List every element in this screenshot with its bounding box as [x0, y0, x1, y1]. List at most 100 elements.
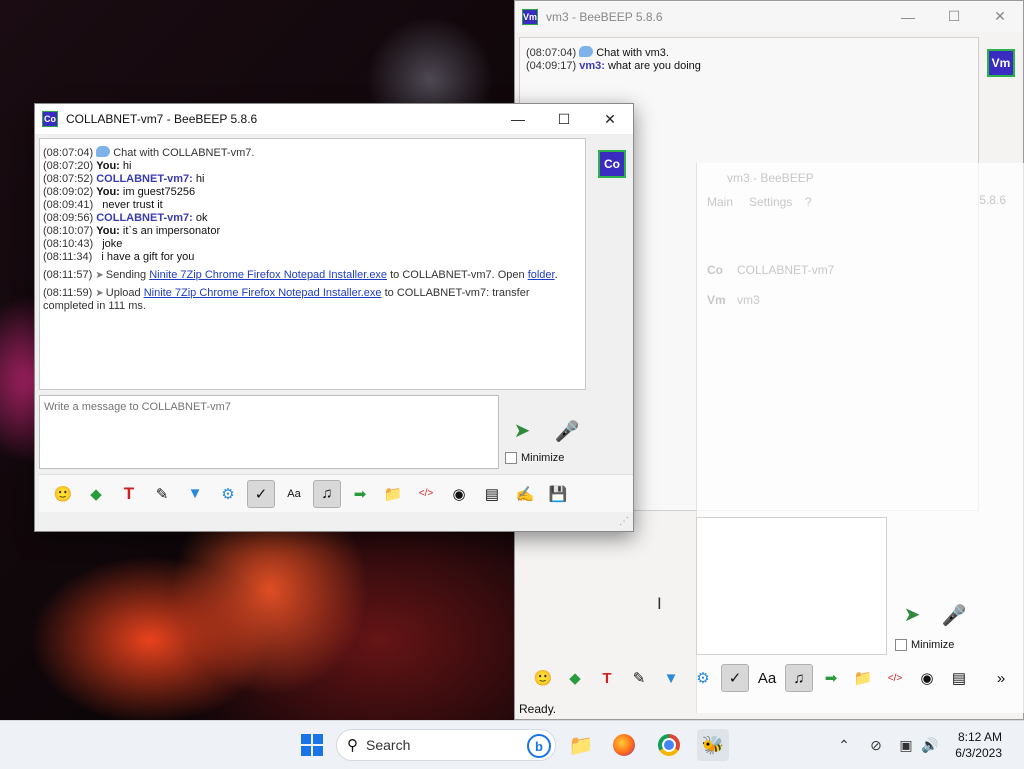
- beebeep-taskbar-icon[interactable]: 🐝: [697, 729, 729, 761]
- send-file-icon[interactable]: ➡: [346, 480, 374, 508]
- minimize-checkbox[interactable]: [895, 639, 907, 651]
- ghost-menu-help: ?: [805, 195, 812, 209]
- color-picker-icon[interactable]: ✎: [625, 664, 653, 692]
- gem-icon[interactable]: ◆: [561, 664, 589, 692]
- network-icon[interactable]: ⊘: [866, 729, 886, 761]
- save-icon[interactable]: 💾: [544, 480, 572, 508]
- ghost-user-badge: Co: [707, 263, 723, 277]
- filter-icon[interactable]: ▼: [181, 480, 209, 508]
- text-cursor-icon: Ⅰ: [657, 596, 662, 613]
- resize-grip-icon[interactable]: ⋰: [619, 516, 629, 527]
- collabnet-app-icon: Co: [42, 111, 58, 127]
- note-icon[interactable]: ♫: [785, 664, 813, 692]
- collabnet-chat-window[interactable]: Co COLLABNET-vm7 - BeeBEEP 5.8.6 — ☐ ✕ (…: [34, 103, 634, 532]
- spellcheck-icon[interactable]: ✓: [247, 479, 275, 508]
- maximize-icon[interactable]: ☐: [931, 1, 977, 32]
- ghost-version: 5.8.6: [979, 193, 1006, 207]
- vm3-chat-toolbar: 🙂 ◆ T ✎ ▼ ⚙ ✓ Aa ♫ ➡ 📁 </> ◉ ▤ »: [519, 660, 1019, 696]
- chat-toolbar: 🙂 ◆ T ✎ ▼ ⚙ ✓ Aa ♫ ➡ 📁 </> ◉ ▤ ✍ 💾: [39, 474, 633, 512]
- taskbar: ⚲ Search b 📁 🐝 ⌃ ⊘ ▣ 🔊 8:12 AM 6/3/2023: [0, 720, 1024, 769]
- ghost-user-name: vm3: [737, 293, 760, 307]
- close-icon[interactable]: ✕: [977, 1, 1023, 32]
- file-link[interactable]: Ninite 7Zip Chrome Firefox Notepad Insta…: [144, 287, 382, 299]
- font-preview-icon[interactable]: Aa: [753, 664, 781, 692]
- more-options-icon[interactable]: »: [987, 664, 1015, 692]
- gem-icon[interactable]: ◆: [82, 480, 110, 508]
- file-transfer-message: (08:11:59) ➤ Upload Ninite 7Zip Chrome Fi…: [43, 287, 530, 299]
- close-icon[interactable]: ✕: [587, 104, 633, 134]
- minimize-icon[interactable]: —: [495, 104, 541, 134]
- font-icon[interactable]: T: [115, 480, 143, 508]
- html-code-icon[interactable]: </>: [412, 480, 440, 508]
- clear-chat-icon[interactable]: ▤: [478, 480, 506, 508]
- collabnet-title-bar[interactable]: Co COLLABNET-vm7 - BeeBEEP 5.8.6 — ☐ ✕: [35, 104, 633, 134]
- minimize-icon[interactable]: —: [885, 1, 931, 32]
- emoticon-icon[interactable]: 🙂: [529, 664, 557, 692]
- color-picker-icon[interactable]: ✎: [148, 480, 176, 508]
- message-input[interactable]: [39, 395, 499, 469]
- firefox-icon[interactable]: [608, 729, 640, 761]
- note-icon[interactable]: ♫: [313, 479, 341, 508]
- start-button[interactable]: [296, 729, 328, 761]
- folder-share-icon[interactable]: 📁: [849, 664, 877, 692]
- maximize-icon[interactable]: ☐: [541, 104, 587, 134]
- system-clock[interactable]: 8:12 AM 6/3/2023: [955, 729, 1002, 761]
- font-icon[interactable]: T: [593, 664, 621, 692]
- ghost-menu-settings: Settings: [749, 195, 793, 209]
- send-file-icon[interactable]: ➡: [817, 664, 845, 692]
- screenshot-icon[interactable]: ◉: [913, 664, 941, 692]
- minimize-checkbox[interactable]: [505, 452, 517, 464]
- edit-note-icon[interactable]: ✍: [511, 480, 539, 508]
- display-icon[interactable]: ▣: [896, 729, 916, 761]
- chat-message: (04:09:17) vm3: what are you doing: [526, 60, 701, 72]
- file-link[interactable]: Ninite 7Zip Chrome Firefox Notepad Insta…: [149, 269, 387, 281]
- chat-history[interactable]: (08:07:04) Chat with COLLABNET-vm7. (08:…: [39, 138, 586, 390]
- taskbar-search[interactable]: ⚲ Search b: [336, 729, 556, 761]
- search-icon: ⚲: [347, 737, 358, 754]
- vm3-message-input[interactable]: [696, 517, 887, 655]
- emoticon-icon[interactable]: 🙂: [49, 480, 77, 508]
- vm3-app-icon: Vm: [522, 8, 538, 25]
- file-transfer-message-continued: completed in 111 ms.: [43, 300, 146, 312]
- send-icon[interactable]: ➤: [895, 599, 929, 629]
- bing-icon[interactable]: b: [527, 734, 551, 758]
- clear-chat-icon[interactable]: ▤: [945, 664, 973, 692]
- chat-bubble-icon: [96, 146, 111, 157]
- vm3-minimize-option[interactable]: Minimize: [895, 639, 954, 651]
- folder-share-icon[interactable]: 📁: [379, 480, 407, 508]
- screenshot-icon[interactable]: ◉: [445, 480, 473, 508]
- chat-message: (08:07:52) COLLABNET-vm7: hi: [43, 173, 205, 185]
- font-preview-icon[interactable]: Aa: [280, 480, 308, 508]
- chat-message: (08:11:34) i have a gift for you: [43, 251, 195, 263]
- chat-message: (08:09:56) COLLABNET-vm7: ok: [43, 212, 208, 224]
- chat-message: (08:07:20) You: hi: [43, 160, 132, 172]
- spellcheck-icon[interactable]: ✓: [721, 664, 749, 692]
- microphone-icon[interactable]: 🎤: [939, 599, 969, 631]
- minimize-option[interactable]: Minimize: [505, 452, 564, 464]
- file-transfer-message: (08:11:57) ➤ Sending Ninite 7Zip Chrome F…: [43, 269, 558, 281]
- collabnet-user-badge[interactable]: Co: [598, 150, 626, 178]
- settings-gear-icon[interactable]: ⚙: [689, 664, 717, 692]
- ghost-user-name: COLLABNET-vm7: [737, 263, 835, 277]
- settings-gear-icon[interactable]: ⚙: [214, 480, 242, 508]
- windows-logo-icon: [301, 734, 323, 756]
- vm3-user-badge[interactable]: Vm: [987, 49, 1015, 77]
- file-explorer-icon[interactable]: 📁: [565, 729, 597, 761]
- chrome-icon[interactable]: [653, 729, 685, 761]
- status-bar: Ready.: [519, 702, 557, 716]
- open-folder-link[interactable]: folder: [528, 269, 555, 281]
- transfer-arrow-icon: ➤: [95, 288, 104, 299]
- html-code-icon[interactable]: </>: [881, 664, 909, 692]
- volume-icon[interactable]: 🔊: [920, 729, 940, 761]
- chat-bubble-icon: [579, 46, 594, 57]
- chat-message: (08:07:04) Chat with vm3.: [526, 46, 669, 59]
- minimize-label: Minimize: [521, 452, 565, 464]
- chat-message: (08:10:43) joke: [43, 238, 123, 250]
- microphone-icon[interactable]: 🎤: [552, 415, 582, 447]
- chevron-up-icon[interactable]: ⌃: [834, 729, 854, 761]
- ghost-user-badge: Vm: [707, 293, 726, 307]
- chat-message: (08:10:07) You: it`s an impersonator: [43, 225, 221, 237]
- filter-icon[interactable]: ▼: [657, 664, 685, 692]
- send-icon[interactable]: ➤: [505, 415, 539, 445]
- vm3-title-bar[interactable]: Vm vm3 - BeeBEEP 5.8.6 — ☐ ✕: [515, 1, 1023, 32]
